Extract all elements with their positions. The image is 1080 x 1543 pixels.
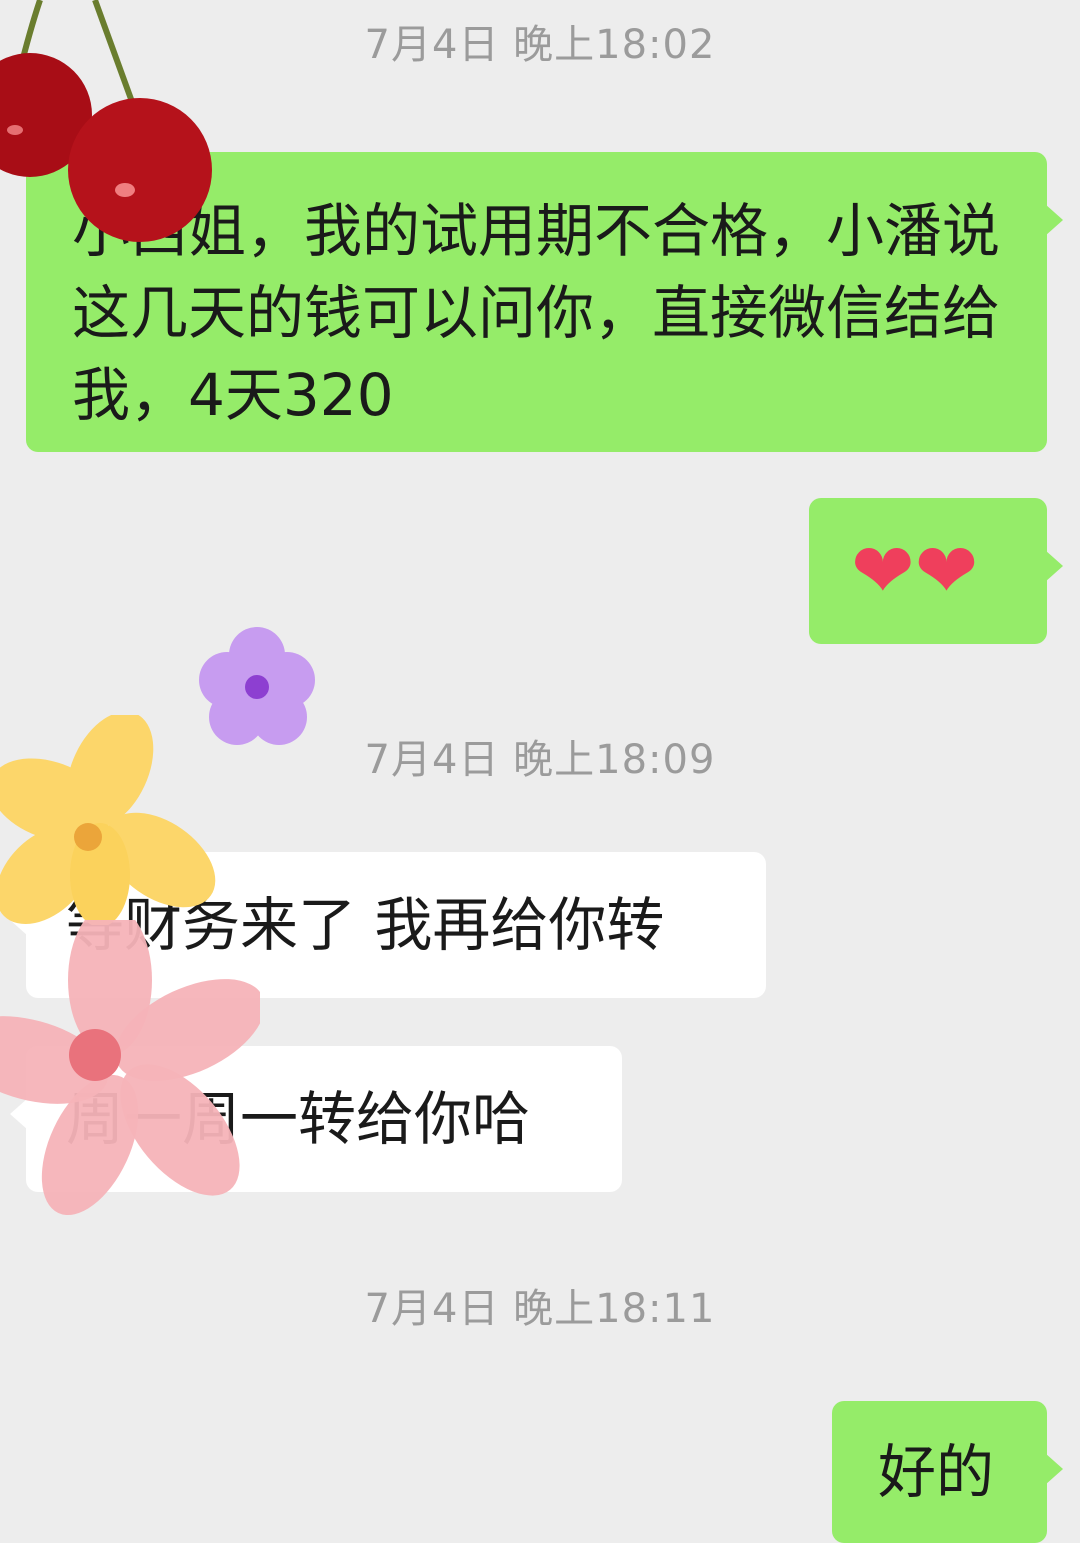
sent-emoji-bubble[interactable]: ❤❤ [809, 498, 1063, 644]
pink-flower-sticker-icon [0, 920, 260, 1216]
cherry-sticker-icon [0, 0, 212, 242]
sent-message-bubble[interactable]: 好的 [832, 1401, 1063, 1543]
heart-emoji-icon: ❤❤ [851, 526, 979, 615]
message-timestamp: 7月4日 晚上18:11 [364, 1286, 716, 1332]
message-text: 好的 [878, 1438, 995, 1506]
chat-view[interactable]: 7月4日 晚上18:02 小西姐，我的试用期不合格，小潘说这几天的钱可以问你，直… [0, 0, 1080, 1543]
yellow-flower-sticker-icon [0, 715, 216, 925]
